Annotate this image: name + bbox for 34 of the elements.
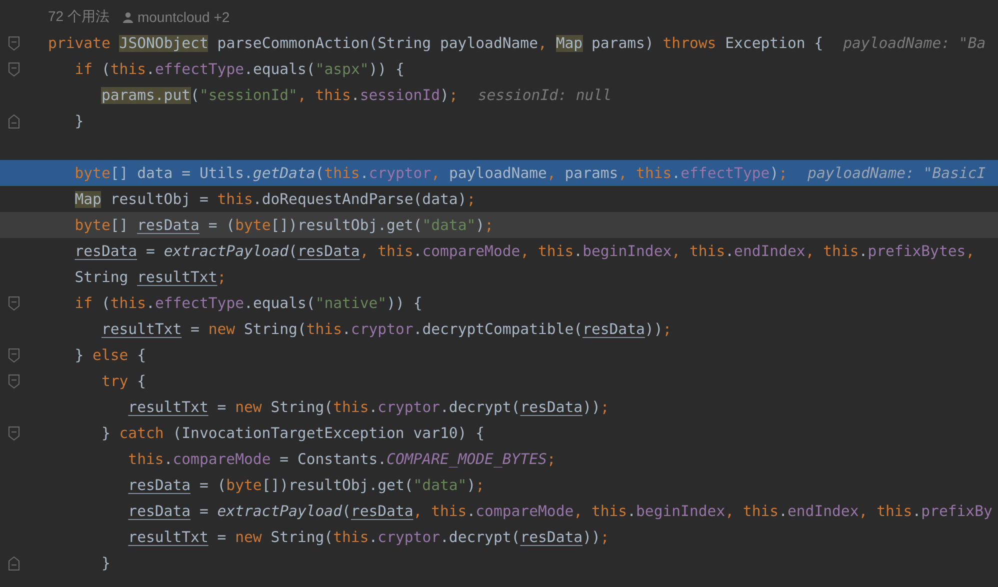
code-text: byte[] data = Utils.getData(this.cryptor, payloadName, params, this.effectType); — [74, 164, 788, 182]
fold-icon[interactable] — [8, 114, 20, 128]
code-text: try { — [101, 372, 146, 390]
fold-icon[interactable] — [8, 296, 20, 310]
usages-count[interactable]: 72 个用法 — [48, 8, 110, 26]
code-text: if (this.effectType.equals("native")) { — [74, 294, 422, 312]
code-text: this.compareMode = Constants.COMPARE_MODE_BYTES; — [128, 450, 556, 468]
code-text: resData = (byte[])resultObj.get("data"); — [128, 476, 485, 494]
code-text: resultTxt = new String(this.cryptor.decrypt(resData)); — [128, 528, 610, 546]
fold-icon[interactable] — [8, 374, 20, 388]
code-text: resultTxt = new String(this.cryptor.decryptCompatible(resData)); — [101, 320, 672, 338]
code-text: private JSONObject parseCommonAction(String payloadName, Map params) throws Exception { — [48, 34, 824, 52]
inlay-hint: payloadName: "Ba — [843, 34, 986, 52]
code-text: if (this.effectType.equals("aspx")) { — [74, 60, 404, 78]
fold-icon[interactable] — [8, 62, 20, 76]
person-icon — [123, 12, 134, 22]
code-text: byte[] resData = (byte[])resultObj.get("data"); — [74, 216, 494, 234]
code-text: String resultTxt; — [74, 268, 226, 286]
code-text: params.put("sessionId", this.sessionId); — [101, 86, 458, 104]
fold-icon[interactable] — [8, 36, 20, 50]
code-text: resultTxt = new String(this.cryptor.decrypt(resData)); — [128, 398, 610, 416]
code-text: } — [101, 554, 110, 572]
fold-icon[interactable] — [8, 348, 20, 362]
author-info[interactable]: mountcloud +2 — [137, 9, 230, 25]
code-text: } — [74, 112, 84, 130]
inlay-hint: payloadName: "BasicI — [808, 164, 986, 182]
inlay-hint: sessionId: null — [478, 86, 612, 104]
code-text: resData = extractPayload(resData, this.compareMode, this.beginIndex, this.endIndex, this.prefixBytes, — [74, 242, 975, 260]
code-text: Map resultObj = this.doRequestAndParse(data); — [74, 190, 476, 208]
code-text: } catch (InvocationTargetException var10) { — [101, 424, 485, 442]
fold-icon[interactable] — [8, 556, 20, 570]
fold-icon[interactable] — [8, 426, 20, 440]
code-text: resData = extractPayload(resData, this.compareMode, this.beginIndex, this.endIndex, this.prefixBy — [128, 502, 992, 520]
code-text: } else { — [74, 346, 146, 364]
